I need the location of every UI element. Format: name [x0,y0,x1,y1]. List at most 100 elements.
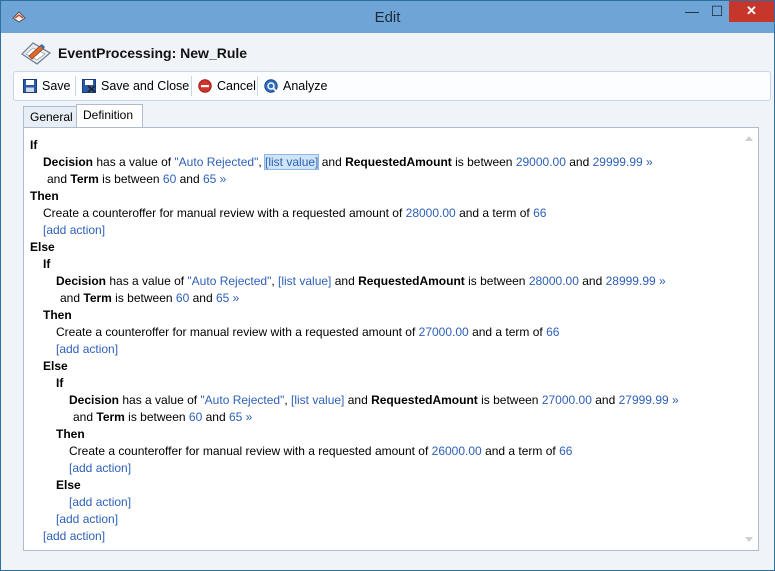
cancel-icon [198,79,212,93]
save-icon [23,79,37,93]
amount-max-value[interactable]: 27999.99 [619,393,669,407]
decision-value[interactable]: "Auto Rejected" [174,155,258,169]
term-min-value[interactable]: 60 [189,410,202,424]
offer-amount-value[interactable]: 28000.00 [406,206,456,220]
rule-edit-icon [21,42,52,65]
cancel-button[interactable]: Cancel [197,76,256,96]
if-keyword: If [56,376,64,390]
expand-arrow[interactable]: » [672,393,679,407]
is-between-text: is between [128,410,186,424]
list-value-link[interactable]: [list value] [291,393,344,407]
offer-term-value[interactable]: 66 [533,206,546,220]
and-text: and [595,393,616,407]
amount-min-value[interactable]: 27000.00 [542,393,592,407]
term-max-value[interactable]: 65 [203,172,216,186]
and-text: and [582,274,603,288]
decision-field[interactable]: Decision [43,155,93,169]
expand-arrow[interactable]: » [233,291,240,305]
expand-arrow[interactable]: » [646,155,653,169]
has-value-text: has a value of [109,274,185,288]
add-action-link[interactable]: [add action] [43,529,105,543]
action-text: Create a counteroffer for manual review … [56,325,416,339]
add-action-link[interactable]: [add action] [56,512,118,526]
amount-min-value[interactable]: 29000.00 [516,155,566,169]
expand-arrow[interactable]: » [659,274,666,288]
scroll-down-arrow-icon[interactable] [745,537,753,542]
minimize-button[interactable]: — [679,1,705,22]
requested-amount-field[interactable]: RequestedAmount [371,393,478,407]
vertical-scrollbar[interactable] [741,128,758,550]
term-min-value[interactable]: 60 [163,172,176,186]
and-a-term-of-text: and a term of [485,444,556,458]
and-text: and [205,410,226,424]
analyze-icon [264,79,278,93]
and-text: and [321,155,342,169]
offer-term-value[interactable]: 66 [559,444,572,458]
close-button[interactable]: ✕ [729,1,774,22]
add-action-link[interactable]: [add action] [43,223,105,237]
tab-definition[interactable]: Definition [76,104,143,127]
term-max-value[interactable]: 65 [216,291,229,305]
and-text: and [60,291,81,305]
comma: , [271,274,275,288]
save-close-icon [82,79,96,93]
toolbar-separator [191,76,192,96]
decision-value[interactable]: "Auto Rejected" [200,393,284,407]
decision-value[interactable]: "Auto Rejected" [187,274,271,288]
and-text: and [192,291,213,305]
rule-definition: If Decision has a value of "Auto Rejecte… [30,137,730,545]
decision-field[interactable]: Decision [56,274,106,288]
requested-amount-field[interactable]: RequestedAmount [358,274,465,288]
amount-max-value[interactable]: 28999.99 [606,274,656,288]
add-action-link[interactable]: [add action] [69,495,131,509]
amount-min-value[interactable]: 28000.00 [529,274,579,288]
is-between-text: is between [481,393,539,407]
expand-arrow[interactable]: » [246,410,253,424]
term-field[interactable]: Term [83,291,111,305]
toolbar-separator [75,76,76,96]
save-and-close-button[interactable]: Save and Close [81,76,189,96]
rule-header: EventProcessing: New_Rule [1,33,774,71]
add-action-link[interactable]: [add action] [56,342,118,356]
scroll-up-arrow-icon[interactable] [745,136,753,141]
then-keyword: Then [30,189,59,203]
window-title: Edit [374,9,401,26]
term-max-value[interactable]: 65 [229,410,242,424]
action-text: Create a counteroffer for manual review … [43,206,403,220]
and-text: and [569,155,590,169]
list-value-link[interactable]: [list value] [264,154,320,170]
term-field[interactable]: Term [70,172,98,186]
decision-field[interactable]: Decision [69,393,119,407]
action-text: Create a counteroffer for manual review … [69,444,429,458]
toolbar: Save Save and Close Cancel Analyze [13,71,771,101]
title-bar[interactable]: Edit — ☐ ✕ [1,1,774,33]
expand-arrow[interactable]: » [220,172,227,186]
rule-title: EventProcessing: New_Rule [58,45,248,61]
comma: , [258,155,262,169]
offer-amount-value[interactable]: 26000.00 [432,444,482,458]
definition-panel: If Decision has a value of "Auto Rejecte… [23,127,759,551]
term-field[interactable]: Term [96,410,124,424]
is-between-text: is between [102,172,160,186]
list-value-link[interactable]: [list value] [278,274,331,288]
amount-max-value[interactable]: 29999.99 [593,155,643,169]
toolbar-separator [257,76,258,96]
term-min-value[interactable]: 60 [176,291,189,305]
requested-amount-field[interactable]: RequestedAmount [345,155,452,169]
else-keyword: Else [30,240,55,254]
maximize-button[interactable]: ☐ [705,1,729,22]
save-label: Save [42,79,71,93]
then-keyword: Then [56,427,85,441]
tab-general[interactable]: General [23,106,77,127]
offer-amount-value[interactable]: 27000.00 [419,325,469,339]
offer-term-value[interactable]: 66 [546,325,559,339]
add-action-link[interactable]: [add action] [69,461,131,475]
edit-window: Edit — ☐ ✕ EventProcessing: New_Rule Sav… [0,0,775,571]
and-a-term-of-text: and a term of [472,325,543,339]
and-a-term-of-text: and a term of [459,206,530,220]
if-keyword: If [30,138,38,152]
save-and-close-label: Save and Close [101,79,190,93]
analyze-button[interactable]: Analyze [263,76,327,96]
save-button[interactable]: Save [22,76,71,96]
else-keyword: Else [56,478,81,492]
